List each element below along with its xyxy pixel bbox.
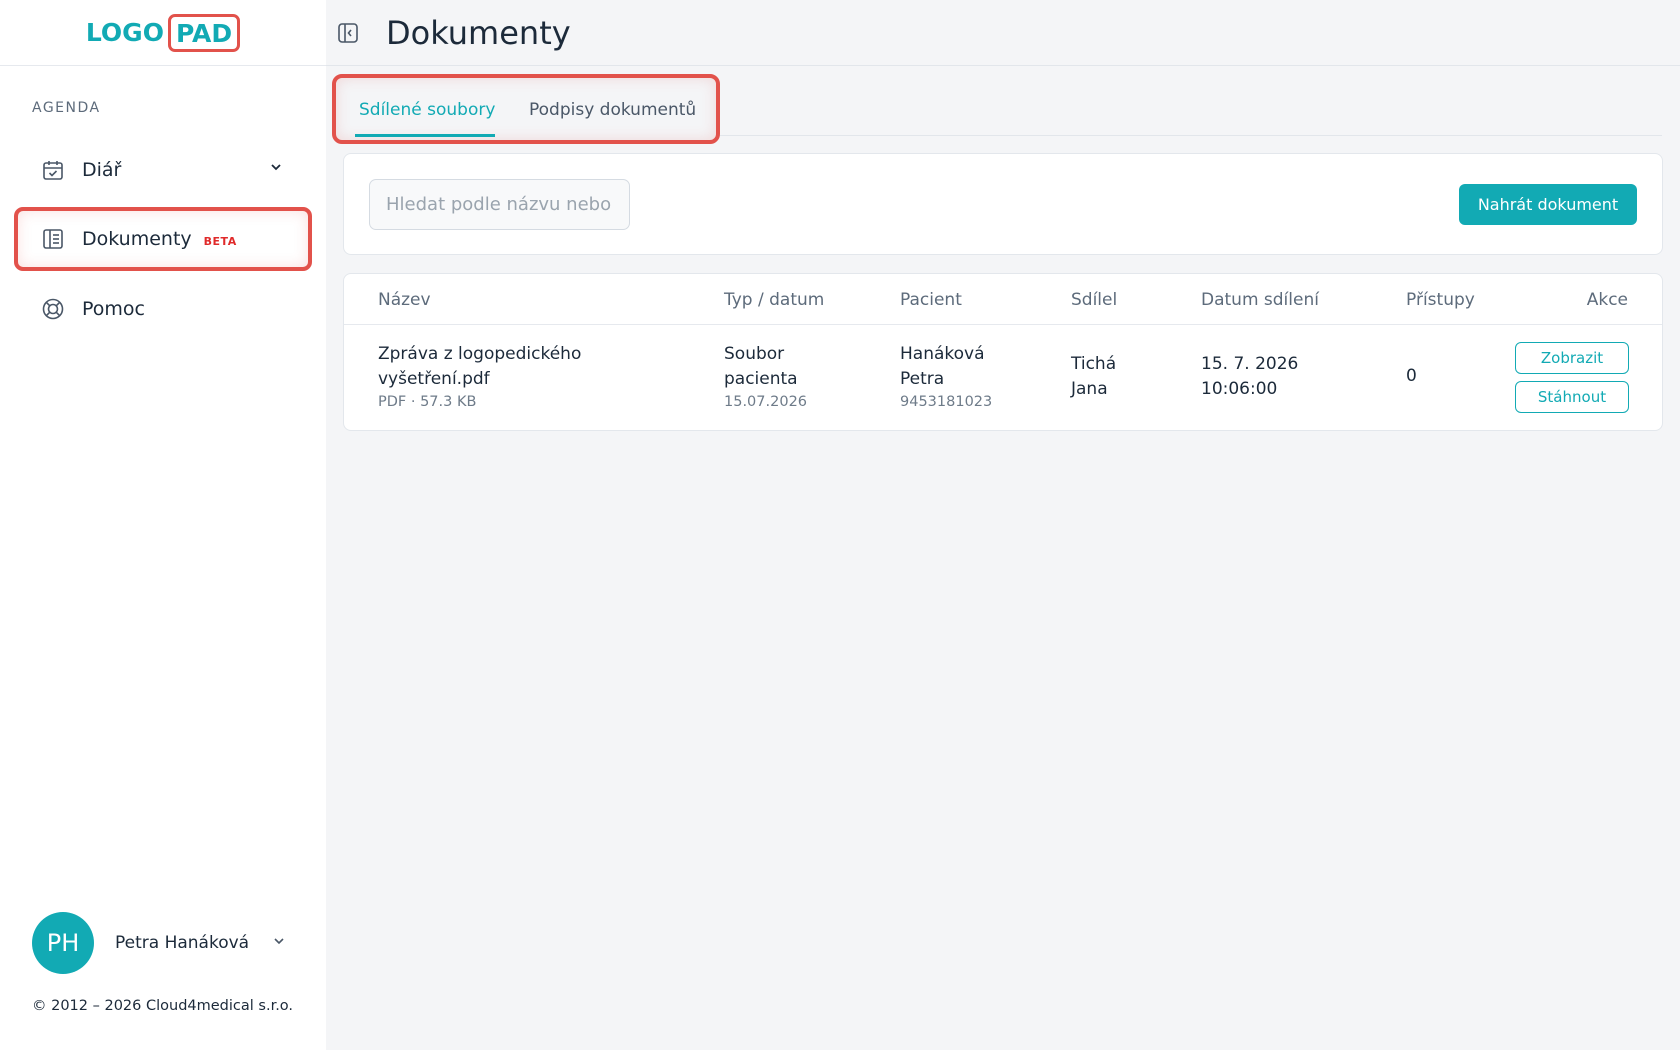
sidebar-item-dokumenty[interactable]: Dokumenty BETA [14,207,312,271]
sidebar-item-label: Diář [82,159,122,181]
column-header-type-date[interactable]: Typ / datum [724,290,824,310]
type-line: Soubor [724,344,785,364]
logo-text-boxed: PAD [167,13,241,52]
column-header-access[interactable]: Přístupy [1406,290,1475,310]
search-toolbar: Nahrát dokument [343,153,1663,255]
cell-shared-by: Tichá Jana [1071,352,1116,402]
sidebar-item-pomoc[interactable]: Pomoc [14,277,312,341]
table-header-divider [344,324,1662,325]
user-name: Petra Hanáková [115,933,250,953]
cell-access-count: 0 [1406,366,1417,386]
shared-by-firstname: Jana [1071,379,1108,399]
cell-type-date: Soubor pacienta 15.07.2026 [724,342,807,412]
column-header-patient[interactable]: Pacient [900,290,962,310]
shared-by-surname: Tichá [1071,354,1117,374]
view-button[interactable]: Zobrazit [1515,342,1629,374]
logo[interactable]: LOGO PAD [0,0,326,66]
column-header-name[interactable]: Název [378,290,431,310]
download-button[interactable]: Stáhnout [1515,381,1629,413]
file-name-line: vyšetření.pdf [378,369,490,389]
cell-patient: Hanáková Petra 9453181023 [900,342,992,412]
shared-date: 15. 7. 2026 [1201,354,1299,374]
logo-text-primary: LOGO [85,18,164,47]
document-list-icon [40,226,66,252]
section-label-agenda: AGENDA [32,100,101,116]
chevron-down-icon[interactable] [268,158,284,180]
chevron-down-icon[interactable] [271,933,287,953]
page-title: Dokumenty [386,13,571,52]
sidebar-item-diar[interactable]: Diář [14,138,312,202]
type-line: pacienta [724,369,798,389]
sidebar-item-label: Pomoc [82,298,145,320]
active-tab-indicator [355,134,495,137]
tab-document-signatures[interactable]: Podpisy dokumentů [529,100,696,120]
sidebar-item-label: Dokumenty [82,228,192,250]
column-header-actions: Akce [1586,290,1628,310]
user-menu[interactable]: PH Petra Hanáková [32,912,287,974]
column-header-shared-date[interactable]: Datum sdílení [1201,290,1319,310]
shared-time: 10:06:00 [1201,379,1278,399]
file-meta: PDF · 57.3 KB [378,394,477,410]
patient-surname: Hanáková [900,344,985,364]
calendar-check-icon [40,157,66,183]
top-bar: Dokumenty [326,0,1680,66]
cell-file-name: Zpráva z logopedického vyšetření.pdf PDF… [378,342,581,412]
avatar: PH [32,912,94,974]
sidebar-collapse-icon[interactable] [336,21,360,45]
documents-table: Název Typ / datum Pacient Sdílel Datum s… [343,273,1663,431]
tab-shared-files[interactable]: Sdílené soubory [359,100,495,120]
file-name-line: Zpráva z logopedického [378,344,582,364]
search-input[interactable] [369,179,630,230]
type-date: 15.07.2026 [724,394,808,410]
tabs-divider [716,135,1662,136]
column-header-shared-by[interactable]: Sdílel [1071,290,1117,310]
tabs: Sdílené soubory Podpisy dokumentů [332,74,720,144]
upload-document-button[interactable]: Nahrát dokument [1459,184,1637,225]
beta-badge: BETA [203,234,237,248]
copyright: © 2012 – 2026 Cloud4medical s.r.o. [32,998,294,1014]
patient-id: 9453181023 [900,394,993,410]
cell-shared-date: 15. 7. 2026 10:06:00 [1201,352,1298,402]
sidebar: LOGO PAD AGENDA Diář Dokumenty BETA Pomo… [0,0,326,1050]
patient-firstname: Petra [900,369,945,389]
lifebuoy-icon [40,296,66,322]
